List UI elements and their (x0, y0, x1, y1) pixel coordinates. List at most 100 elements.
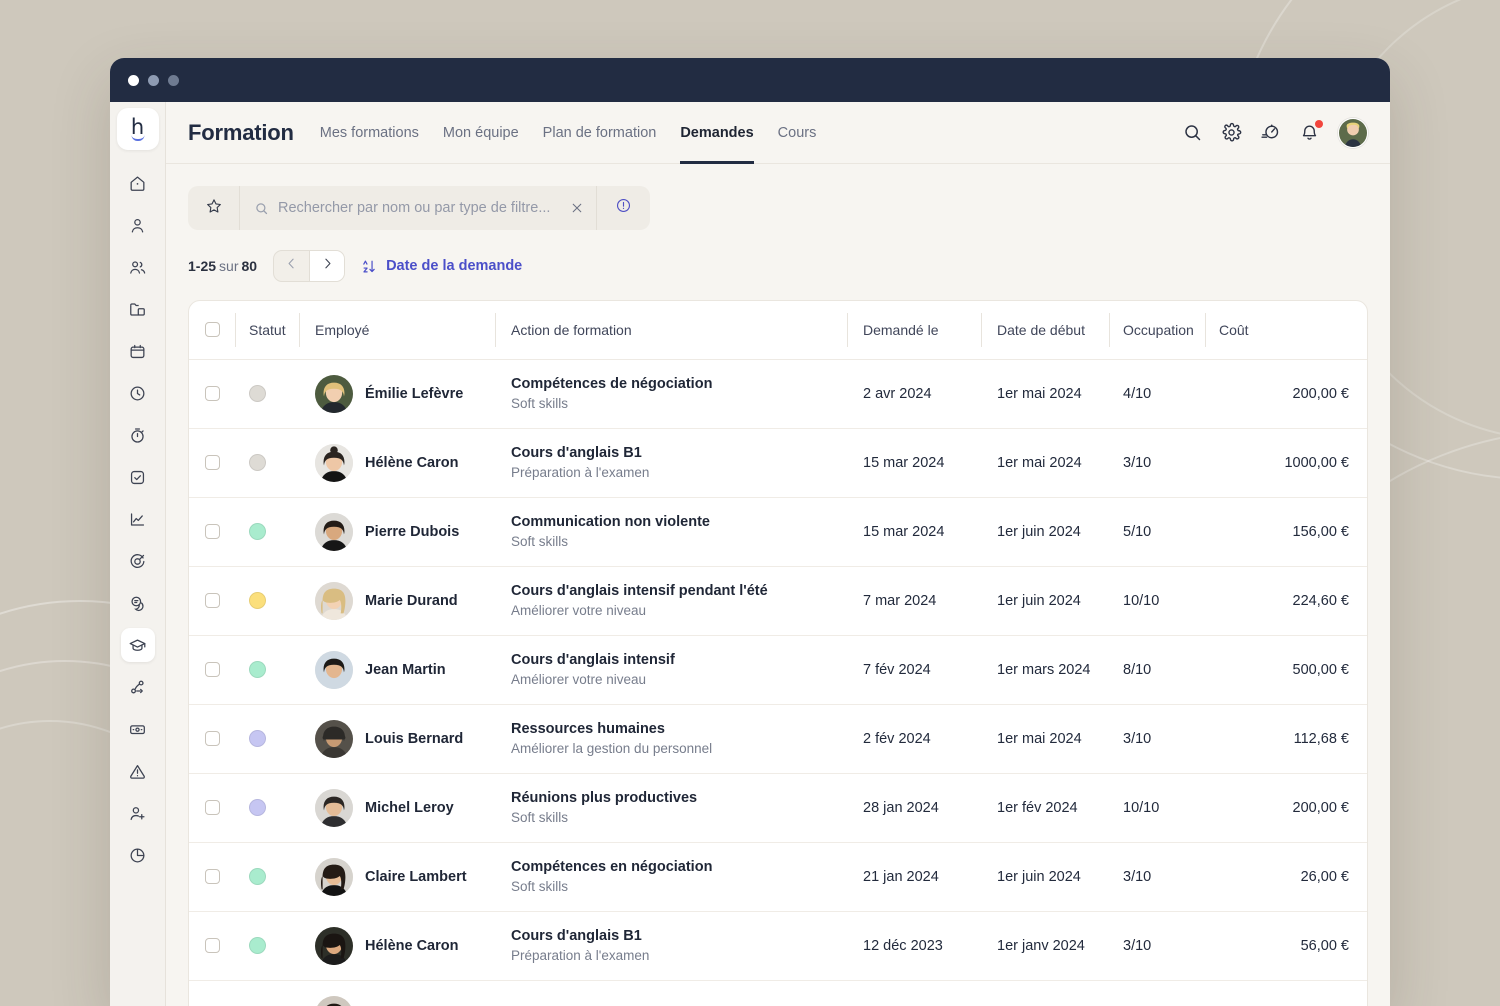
status-badge[interactable] (249, 454, 266, 471)
action-title[interactable]: Cours d'anglais B1 (511, 928, 847, 944)
search-field[interactable]: Rechercher par nom ou par type de filtre… (240, 200, 596, 216)
pagination-next-button[interactable] (309, 251, 345, 281)
sidebar-item-home[interactable] (121, 166, 155, 200)
pagination-total: 80 (241, 258, 258, 274)
pagination-of-label: sur (219, 258, 239, 274)
status-badge[interactable] (249, 799, 266, 816)
sidebar-item-payroll[interactable] (121, 712, 155, 746)
table-row[interactable]: Jean Martin Cours d'anglais intensif Amé… (189, 635, 1367, 705)
column-employe[interactable]: Employé (299, 301, 495, 360)
row-checkbox[interactable] (205, 938, 220, 953)
sidebar-item-timer[interactable] (121, 418, 155, 452)
table-row[interactable]: Émilie Lefèvre Compétences de négociatio… (189, 359, 1367, 429)
row-checkbox[interactable] (205, 455, 220, 470)
status-badge[interactable] (249, 868, 266, 885)
column-demande-le[interactable]: Demandé le (847, 301, 981, 360)
column-action-de-formation[interactable]: Action de formation (495, 301, 847, 360)
sort-button[interactable]: Date de la demande (361, 258, 522, 275)
avatar[interactable] (315, 719, 353, 758)
table-row[interactable]: Pierre Dubois Communication non violente… (189, 497, 1367, 567)
search-info-button[interactable] (596, 186, 650, 230)
status-badge[interactable] (249, 523, 266, 540)
tab-plan-de-formation[interactable]: Plan de formation (543, 102, 657, 164)
status-badge[interactable] (249, 937, 266, 954)
avatar[interactable] (315, 788, 353, 827)
row-occupation: 3/10 (1109, 842, 1205, 912)
sidebar-item-goals[interactable] (121, 544, 155, 578)
status-badge[interactable] (249, 730, 266, 747)
pagination-prev-button[interactable] (274, 251, 309, 281)
table-row[interactable]: Marie Durand Cours d'anglais intensif pe… (189, 566, 1367, 636)
status-badge[interactable] (249, 661, 266, 678)
action-title[interactable]: Cours d'anglais intensif (511, 652, 847, 668)
avatar[interactable] (1338, 117, 1368, 148)
tab-mon-equipe[interactable]: Mon équipe (443, 102, 519, 164)
window-minimize-button[interactable] (148, 74, 159, 86)
sidebar-item-messages[interactable] (121, 586, 155, 620)
row-select-cell (189, 359, 235, 429)
sidebar-item-calendar[interactable] (121, 334, 155, 368)
sidebar-item-team[interactable] (121, 250, 155, 284)
row-checkbox[interactable] (205, 662, 220, 677)
column-statut[interactable]: Statut (235, 301, 299, 360)
avatar[interactable] (315, 512, 353, 551)
sidebar-item-recruiting[interactable] (121, 796, 155, 830)
avatar[interactable] (315, 443, 353, 482)
row-checkbox[interactable] (205, 869, 220, 884)
select-all-checkbox[interactable] (205, 322, 220, 338)
sidebar-item-tasks[interactable] (121, 460, 155, 494)
gear-icon[interactable] (1221, 122, 1242, 143)
status-badge[interactable] (249, 592, 266, 609)
row-checkbox[interactable] (205, 731, 220, 746)
row-action-cell: Compétences en négociation Soft skills (495, 842, 847, 912)
close-icon[interactable] (570, 201, 584, 215)
action-title[interactable]: Compétences de négociation (511, 376, 847, 392)
sidebar-item-workflow[interactable] (121, 670, 155, 704)
sidebar-item-time[interactable] (121, 376, 155, 410)
bell-icon[interactable] (1299, 120, 1323, 143)
table-row[interactable]: Henri Rousseau Initiation aux ressources… (189, 980, 1367, 1006)
tab-demandes[interactable]: Demandes (680, 102, 755, 164)
action-title[interactable]: Communication non violente (511, 514, 847, 530)
avatar[interactable] (315, 995, 353, 1006)
sidebar-item-formation[interactable] (120, 628, 155, 662)
gauge-icon[interactable] (1260, 122, 1281, 143)
favorite-filter-button[interactable] (188, 186, 240, 230)
tab-mes-formations[interactable]: Mes formations (320, 102, 419, 164)
sidebar-item-profile[interactable] (121, 208, 155, 242)
sidebar-item-documents[interactable] (121, 292, 155, 326)
avatar[interactable] (315, 650, 353, 689)
table-row[interactable]: Hélène Caron Cours d'anglais B1 Préparat… (189, 911, 1367, 981)
avatar[interactable] (315, 374, 353, 413)
window-maximize-button[interactable] (168, 74, 179, 86)
table-row[interactable]: Michel Leroy Réunions plus productives S… (189, 773, 1367, 843)
nav-tabs: Mes formations Mon équipe Plan de format… (320, 102, 817, 164)
search-bar[interactable]: Rechercher par nom ou par type de filtre… (188, 186, 650, 230)
action-title[interactable]: Compétences en négociation (511, 859, 847, 875)
sidebar-item-analytics[interactable] (121, 502, 155, 536)
avatar[interactable] (315, 857, 353, 896)
search-icon[interactable] (1182, 122, 1203, 143)
action-title[interactable]: Cours d'anglais intensif pendant l'été (511, 583, 847, 599)
action-title[interactable]: Cours d'anglais B1 (511, 445, 847, 461)
column-date-de-debut[interactable]: Date de début (981, 301, 1109, 360)
row-checkbox[interactable] (205, 593, 220, 608)
action-title[interactable]: Ressources humaines (511, 721, 847, 737)
sidebar-item-reports[interactable] (121, 838, 155, 872)
row-checkbox[interactable] (205, 800, 220, 815)
avatar[interactable] (315, 581, 353, 620)
table-row[interactable]: Claire Lambert Compétences en négociatio… (189, 842, 1367, 912)
window-close-button[interactable] (128, 74, 139, 86)
action-title[interactable]: Réunions plus productives (511, 790, 847, 806)
status-badge[interactable] (249, 385, 266, 402)
column-occupation[interactable]: Occupation (1109, 301, 1205, 360)
tab-cours[interactable]: Cours (778, 102, 817, 164)
app-logo[interactable]: h (116, 108, 159, 150)
table-row[interactable]: Louis Bernard Ressources humaines Amélio… (189, 704, 1367, 774)
table-row[interactable]: Hélène Caron Cours d'anglais B1 Préparat… (189, 428, 1367, 498)
sidebar-item-alerts[interactable] (121, 754, 155, 788)
avatar[interactable] (315, 926, 353, 965)
row-checkbox[interactable] (205, 524, 220, 539)
column-cout[interactable]: Coût (1205, 301, 1367, 360)
row-checkbox[interactable] (205, 386, 220, 401)
